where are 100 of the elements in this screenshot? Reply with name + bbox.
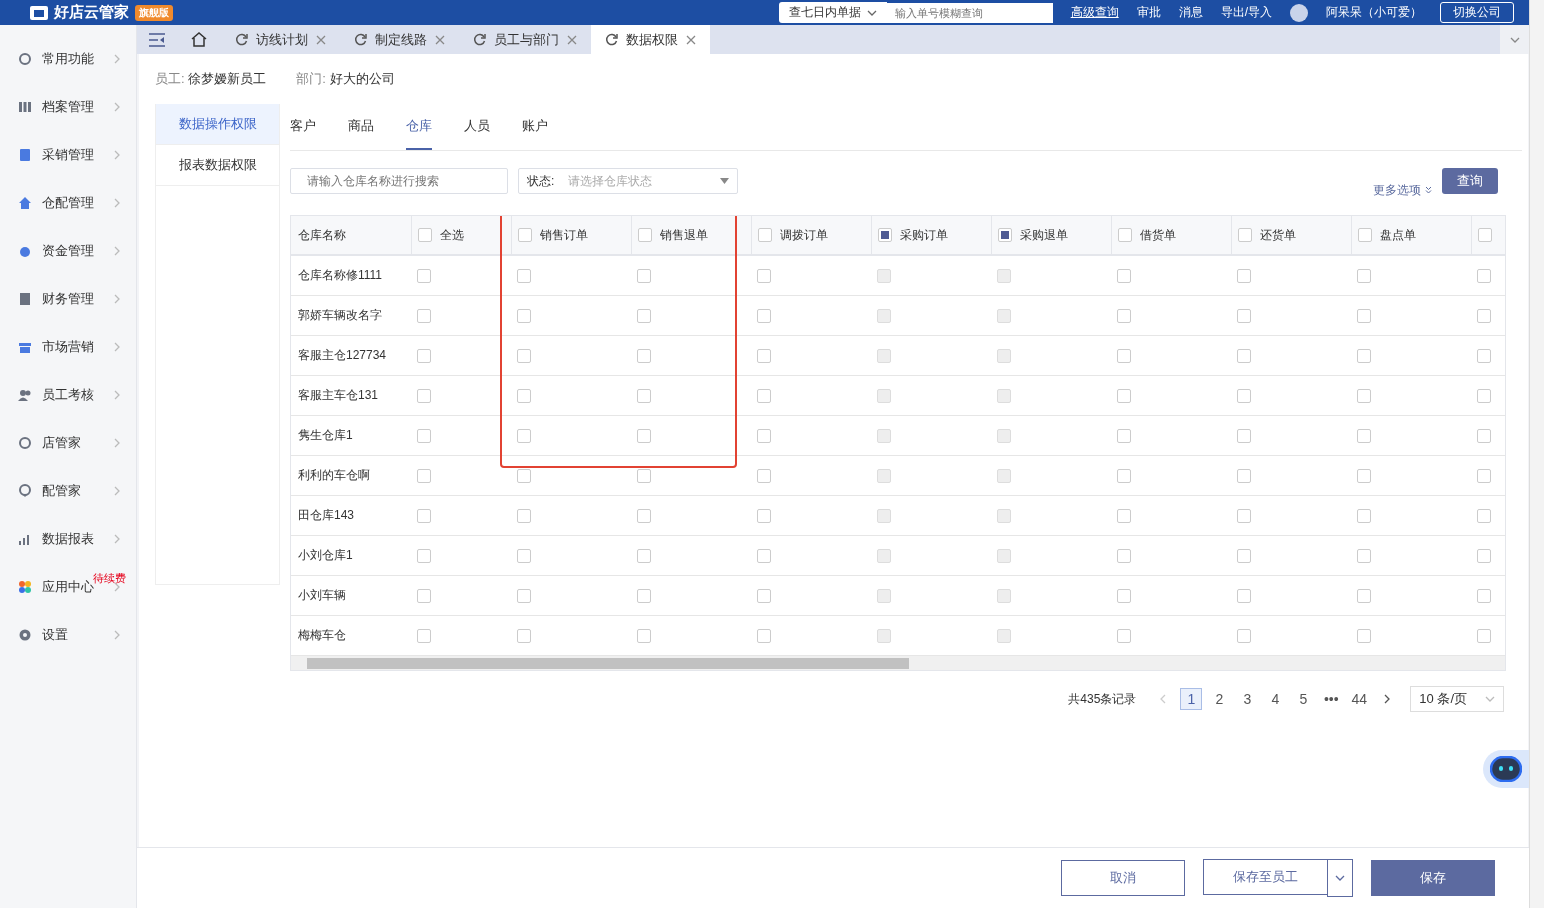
checkbox[interactable]	[1117, 508, 1131, 523]
checkbox[interactable]	[757, 628, 771, 643]
page-button[interactable]: 44	[1348, 688, 1371, 710]
close-icon[interactable]	[567, 34, 577, 45]
checkbox[interactable]	[1237, 308, 1251, 323]
header-link[interactable]: 消息	[1178, 4, 1203, 21]
save-button[interactable]: 保存	[1371, 860, 1495, 896]
checkbox[interactable]	[518, 228, 532, 242]
checkbox[interactable]	[997, 268, 1011, 283]
sub-tab[interactable]: 人员	[464, 104, 490, 150]
checkbox[interactable]	[1237, 428, 1251, 443]
checkbox[interactable]	[517, 268, 531, 283]
checkbox[interactable]	[997, 628, 1011, 643]
checkbox[interactable]	[757, 588, 771, 603]
search-field[interactable]: 输入单号模糊查询	[886, 2, 1053, 23]
checkbox[interactable]	[757, 468, 771, 483]
close-icon[interactable]	[686, 34, 696, 45]
checkbox[interactable]	[517, 628, 531, 643]
tabs-dropdown[interactable]	[1500, 25, 1530, 54]
checkbox[interactable]	[1357, 508, 1371, 523]
checkbox[interactable]	[517, 348, 531, 363]
header-link[interactable]: 高级查询	[1070, 4, 1119, 21]
checkbox[interactable]	[637, 388, 651, 403]
sub-tab[interactable]: 账户	[522, 104, 548, 150]
date-filter-dropdown[interactable]: 查七日内单据	[778, 2, 887, 23]
checkbox[interactable]	[1117, 588, 1131, 603]
switch-company-button[interactable]: 切换公司	[1440, 2, 1514, 23]
checkbox[interactable]	[1358, 228, 1372, 242]
sidebar-item[interactable]: 设置	[42, 626, 68, 644]
checkbox[interactable]	[1237, 348, 1251, 363]
checkbox[interactable]	[637, 548, 651, 563]
checkbox[interactable]	[757, 548, 771, 563]
checkbox[interactable]	[1117, 388, 1131, 403]
checkbox[interactable]	[997, 308, 1011, 323]
checkbox[interactable]	[1477, 508, 1491, 523]
checkbox[interactable]	[997, 468, 1011, 483]
checkbox[interactable]	[997, 588, 1011, 603]
checkbox[interactable]	[517, 548, 531, 563]
checkbox[interactable]	[998, 228, 1012, 242]
page-button[interactable]: 5	[1292, 688, 1315, 710]
refresh-icon[interactable]	[235, 33, 248, 46]
checkbox[interactable]	[637, 268, 651, 283]
checkbox[interactable]	[1237, 628, 1251, 643]
checkbox[interactable]	[1237, 268, 1251, 283]
checkbox[interactable]	[417, 348, 431, 363]
sub-tab[interactable]: 商品	[348, 104, 374, 150]
checkbox[interactable]	[1357, 628, 1371, 643]
checkbox[interactable]	[1357, 388, 1371, 403]
checkbox[interactable]	[877, 388, 891, 403]
checkbox[interactable]	[1477, 428, 1491, 443]
cancel-button[interactable]: 取消	[1061, 860, 1185, 896]
checkbox[interactable]	[1357, 348, 1371, 363]
checkbox[interactable]	[1237, 548, 1251, 563]
more-options-link[interactable]: 更多选项	[1373, 181, 1432, 199]
checkbox[interactable]	[757, 388, 771, 403]
collapse-menu-icon[interactable]	[149, 32, 165, 47]
checkbox[interactable]	[417, 428, 431, 443]
checkbox[interactable]	[757, 428, 771, 443]
page-button[interactable]: 2	[1208, 688, 1231, 710]
checkbox[interactable]	[637, 428, 651, 443]
checkbox[interactable]	[1238, 228, 1252, 242]
tab[interactable]: 员工与部门	[459, 25, 591, 54]
checkbox[interactable]	[877, 628, 891, 643]
checkbox[interactable]	[1117, 468, 1131, 483]
checkbox[interactable]	[1357, 428, 1371, 443]
sidebar-item[interactable]: 数据报表	[42, 530, 94, 548]
save-options-dropdown[interactable]	[1327, 859, 1353, 897]
sidebar-item[interactable]: 常用功能	[42, 50, 94, 68]
checkbox[interactable]	[997, 548, 1011, 563]
home-icon[interactable]	[191, 32, 207, 47]
checkbox[interactable]	[517, 308, 531, 323]
header-link[interactable]: 导出/导入	[1220, 4, 1272, 21]
checkbox[interactable]	[758, 228, 772, 242]
checkbox[interactable]	[1477, 308, 1491, 323]
checkbox[interactable]	[417, 268, 431, 283]
checkbox[interactable]	[997, 348, 1011, 363]
page-size-dropdown[interactable]: 10 条/页	[1410, 686, 1504, 712]
sidebar-item[interactable]: 采销管理	[42, 146, 94, 164]
sidebar-item[interactable]: 资金管理	[42, 242, 94, 260]
checkbox[interactable]	[877, 428, 891, 443]
sub-tab[interactable]: 客户	[290, 104, 316, 150]
checkbox[interactable]	[417, 508, 431, 523]
checkbox[interactable]	[1477, 628, 1491, 643]
sidebar-item[interactable]: 财务管理	[42, 290, 94, 308]
checkbox[interactable]	[417, 628, 431, 643]
refresh-icon[interactable]	[354, 33, 367, 46]
sub-tab[interactable]: 仓库	[406, 104, 432, 150]
checkbox[interactable]	[1237, 388, 1251, 403]
checkbox[interactable]	[1117, 548, 1131, 563]
checkbox[interactable]	[638, 228, 652, 242]
checkbox[interactable]	[1357, 548, 1371, 563]
checkbox[interactable]	[1477, 348, 1491, 363]
checkbox[interactable]	[757, 508, 771, 523]
checkbox[interactable]	[1477, 268, 1491, 283]
avatar[interactable]	[1290, 3, 1308, 22]
checkbox[interactable]	[1357, 588, 1371, 603]
sidebar-item[interactable]: 应用中心	[42, 578, 94, 596]
assistant-button[interactable]	[1483, 750, 1529, 788]
checkbox[interactable]	[517, 468, 531, 483]
checkbox[interactable]	[517, 588, 531, 603]
